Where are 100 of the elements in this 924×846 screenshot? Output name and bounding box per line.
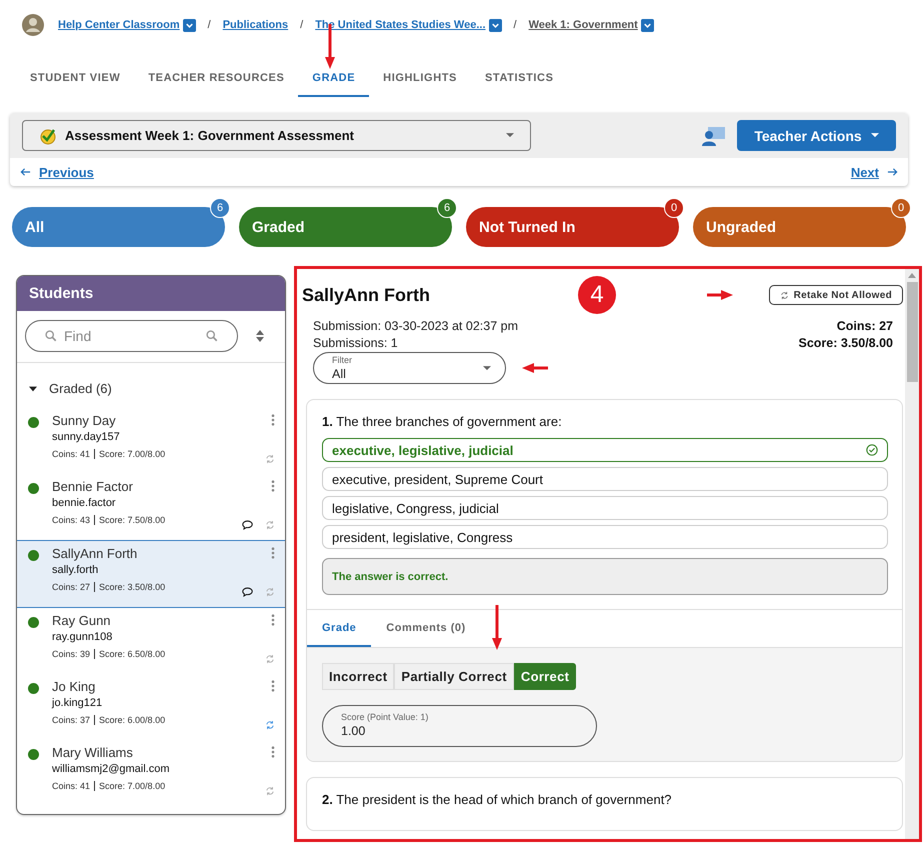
coins-text: Coins: 43: [52, 515, 90, 525]
student-row[interactable]: Sunny Day sunny.day157 Coins: 41 Score: 7.00/8.00: [17, 408, 285, 474]
student-name: Bennie Factor: [52, 478, 134, 495]
scrollbar[interactable]: [905, 269, 919, 839]
question-text: 2. The president is the head of which branch of government?: [322, 792, 673, 807]
more-icon[interactable]: [271, 414, 275, 426]
score-text: Score: 6.50/8.00: [99, 649, 166, 659]
retake-icon[interactable]: [265, 720, 275, 730]
feedback-message: The answer is correct.: [322, 558, 888, 595]
assessment-select[interactable]: Assessment Week 1: Government Assessment: [22, 120, 531, 151]
caret-icon: [506, 133, 514, 138]
left-arrow-icon: [20, 167, 31, 177]
search-field[interactable]: Find: [25, 320, 238, 352]
grade-option-button[interactable]: Partially Correct: [394, 663, 514, 690]
score-field[interactable]: Score (Point Value: 1) 1.00: [322, 705, 597, 747]
dropdown-icon[interactable]: [182, 18, 196, 32]
student-row[interactable]: Jo King jo.king121 Coins: 37 Score: 6.00/8.00: [17, 674, 285, 740]
score-text: Score: 7.00/8.00: [99, 781, 166, 791]
submission-count: Submissions: 1: [313, 335, 399, 352]
question-text: 1. The three branches of government are:: [322, 414, 563, 429]
retake-icon[interactable]: [265, 786, 275, 796]
retake-icon[interactable]: [265, 454, 275, 464]
coins-total: Coins: 27: [836, 318, 893, 335]
breadcrumb-link[interactable]: Help Center Classroom: [58, 19, 180, 31]
breadcrumb-separator: /: [300, 19, 304, 31]
breadcrumb-separator: /: [208, 19, 211, 31]
retake-not-allowed-button[interactable]: Retake Not Allowed: [768, 285, 903, 305]
student-row[interactable]: SallyAnn Forth sally.forth Coins: 27 Score: 3.50/8.00: [17, 540, 285, 608]
retake-icon[interactable]: [265, 520, 275, 530]
grade-option-button[interactable]: Incorrect: [322, 663, 394, 690]
tab[interactable]: STUDENT VIEW: [16, 62, 134, 97]
count-badge: 6: [437, 198, 457, 218]
comment-icon[interactable]: [242, 587, 253, 597]
coins-text: Coins: 27: [52, 582, 90, 592]
search-icon[interactable]: [206, 330, 218, 342]
caret-icon: [870, 133, 879, 138]
retake-icon[interactable]: [265, 587, 275, 597]
group-toggle[interactable]: Graded (6): [17, 363, 285, 408]
student-username: sunny.day157: [52, 430, 121, 445]
presentation-icon[interactable]: [702, 126, 726, 146]
answer-option: legislative, Congress, judicial: [322, 496, 888, 520]
tab[interactable]: Comments (0): [371, 610, 481, 647]
score-text: Score: 7.50/8.00: [99, 515, 166, 525]
student-username: ray.gunn108: [52, 630, 114, 645]
right-arrow-icon: [887, 167, 898, 177]
score-text: Score: 3.50/8.00: [99, 582, 166, 592]
grade-option-button[interactable]: Correct: [514, 663, 576, 690]
dropdown-icon[interactable]: [640, 18, 654, 32]
breadcrumb-link[interactable]: Week 1: Government: [528, 19, 638, 31]
filter-dropdown[interactable]: Filter All: [313, 352, 506, 384]
comment-icon[interactable]: [242, 520, 253, 530]
search-icon: [45, 330, 57, 342]
more-icon[interactable]: [271, 614, 275, 626]
count-badge: 0: [891, 198, 911, 218]
check-icon: [39, 126, 57, 144]
score-total: Score: 3.50/8.00: [798, 335, 893, 352]
dropdown-icon[interactable]: [488, 18, 502, 32]
breadcrumb-separator: /: [514, 19, 517, 31]
student-name: Mary Williams: [52, 744, 134, 761]
status-dot: [28, 550, 39, 561]
breadcrumb-link[interactable]: Publications: [222, 19, 288, 31]
student-username: williamsmj2@gmail.com: [52, 762, 171, 777]
student-name: Ray Gunn: [52, 612, 112, 629]
next-link[interactable]: Next: [850, 164, 898, 180]
more-icon[interactable]: [271, 680, 275, 692]
answer-option: executive, legislative, judicial: [322, 438, 888, 462]
check-circle-icon: [866, 444, 878, 456]
student-name: Jo King: [52, 678, 96, 695]
score-text: Score: 7.00/8.00: [99, 449, 166, 459]
step-number-badge: 4: [578, 276, 616, 314]
status-dot: [28, 749, 39, 760]
status-dot: [28, 483, 39, 494]
status-dot: [28, 683, 39, 694]
status-dot: [28, 417, 39, 428]
tab[interactable]: STATISTICS: [471, 62, 568, 97]
student-username: bennie.factor: [52, 496, 117, 511]
more-icon[interactable]: [271, 480, 275, 492]
more-icon[interactable]: [271, 547, 275, 559]
scrollbar-thumb[interactable]: [906, 282, 918, 382]
caret-icon: [483, 366, 491, 371]
answer-option: executive, president, Supreme Court: [322, 467, 888, 491]
panel-header: Students: [17, 276, 285, 311]
teacher-actions-button[interactable]: Teacher Actions: [737, 120, 896, 151]
retake-icon[interactable]: [265, 654, 275, 664]
coins-text: Coins: 41: [52, 449, 90, 459]
count-badge: 6: [210, 198, 230, 218]
previous-link[interactable]: Previous: [20, 164, 94, 180]
tab[interactable]: HIGHLIGHTS: [369, 62, 471, 97]
more-icon[interactable]: [271, 746, 275, 758]
coins-text: Coins: 39: [52, 649, 90, 659]
tab[interactable]: TEACHER RESOURCES: [134, 62, 298, 97]
student-name: SallyAnn Forth: [52, 545, 138, 562]
coins-text: Coins: 37: [52, 715, 90, 725]
student-row[interactable]: Ray Gunn ray.gunn108 Coins: 39 Score: 6.50/8.00: [17, 608, 285, 674]
student-name: Sunny Day: [52, 412, 117, 429]
sort-icon[interactable]: [256, 330, 264, 342]
student-row[interactable]: Mary Williams williamsmj2@gmail.com Coins: 41 Score: 7.00/8.00: [17, 740, 285, 806]
student-row[interactable]: Bennie Factor bennie.factor Coins: 43 Score: 7.50/8.00: [17, 474, 285, 540]
scroll-up-icon[interactable]: [908, 273, 916, 278]
score-text: Score: 6.00/8.00: [99, 715, 166, 725]
